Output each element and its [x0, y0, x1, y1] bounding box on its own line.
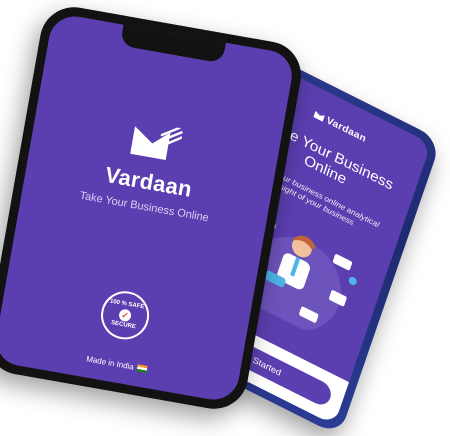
made-in-india: Made in India	[0, 338, 238, 390]
made-in-label: Made in India	[85, 354, 135, 372]
india-flag-icon	[136, 364, 148, 374]
safe-secure-badge-icon: 100 % SAFE ✓ SECURE	[97, 287, 153, 344]
badge-bottom-text: SECURE	[110, 320, 137, 331]
vardaan-logo-icon	[313, 111, 325, 122]
vardaan-logo-icon	[130, 126, 184, 161]
check-icon: ✓	[118, 308, 133, 323]
onboarding-logo-text: Vardaan	[324, 115, 368, 145]
app-showcase: Vardaan Take Your Business Online Move y…	[0, 0, 450, 436]
